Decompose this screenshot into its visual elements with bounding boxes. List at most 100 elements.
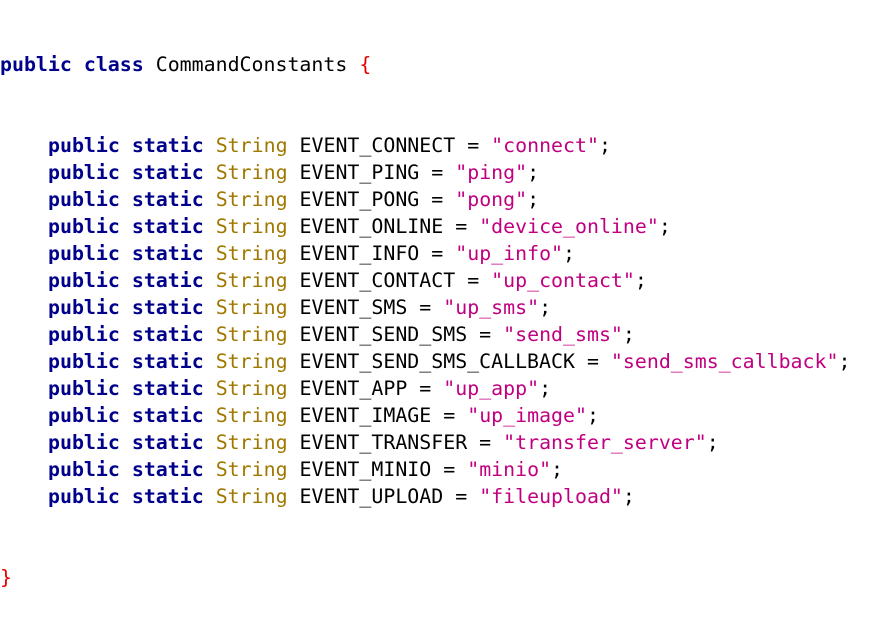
field-declaration-line: public static String EVENT_ONLINE = "dev… xyxy=(0,213,850,240)
field-declaration-line: public static String EVENT_UPLOAD = "fil… xyxy=(0,483,850,510)
semicolon: ; xyxy=(527,188,540,211)
type-string: String xyxy=(215,431,288,454)
semicolon: ; xyxy=(563,242,576,265)
type-string: String xyxy=(215,215,288,238)
type-string: String xyxy=(215,161,288,184)
equals-sign: = xyxy=(431,242,444,265)
semicolon: ; xyxy=(598,134,611,157)
keyword-static: static xyxy=(131,134,204,157)
field-name: EVENT_CONTACT xyxy=(299,269,456,292)
equals-sign: = xyxy=(455,485,468,508)
equals-sign: = xyxy=(443,404,456,427)
keyword-static: static xyxy=(131,458,204,481)
string-literal: "device_online" xyxy=(479,215,659,238)
closing-brace-line: } xyxy=(0,564,850,591)
string-literal: "pong" xyxy=(455,188,528,211)
type-string: String xyxy=(215,242,288,265)
keyword-public: public xyxy=(48,188,120,211)
field-declaration-line: public static String EVENT_APP = "up_app… xyxy=(0,375,850,402)
field-declaration-line: public static String EVENT_CONNECT = "co… xyxy=(0,132,850,159)
keyword-public: public xyxy=(48,134,120,157)
keyword-static: static xyxy=(131,296,204,319)
equals-sign: = xyxy=(455,215,468,238)
keyword-public: public xyxy=(48,161,120,184)
keyword-public: public xyxy=(48,215,120,238)
equals-sign: = xyxy=(443,458,456,481)
type-string: String xyxy=(215,404,288,427)
string-literal: "up_contact" xyxy=(491,269,635,292)
field-name: EVENT_ONLINE xyxy=(299,215,444,238)
field-declaration-line: public static String EVENT_PING = "ping"… xyxy=(0,159,850,186)
type-string: String xyxy=(215,269,288,292)
equals-sign: = xyxy=(431,161,444,184)
type-string: String xyxy=(215,188,288,211)
keyword-public: public xyxy=(48,242,120,265)
keyword-static: static xyxy=(131,323,204,346)
field-name: EVENT_CONNECT xyxy=(299,134,456,157)
string-literal: "send_sms" xyxy=(503,323,623,346)
class-name: CommandConstants xyxy=(155,53,348,76)
type-string: String xyxy=(215,485,288,508)
string-literal: "transfer_server" xyxy=(503,431,707,454)
semicolon: ; xyxy=(527,161,540,184)
keyword-static: static xyxy=(131,404,204,427)
field-name: EVENT_SMS xyxy=(299,296,408,319)
keyword-public: public xyxy=(48,458,120,481)
field-declaration-line: public static String EVENT_SMS = "up_sms… xyxy=(0,294,850,321)
field-declaration-line: public static String EVENT_SEND_SMS_CALL… xyxy=(0,348,850,375)
keyword-public: public xyxy=(48,323,120,346)
equals-sign: = xyxy=(479,431,492,454)
type-string: String xyxy=(215,134,288,157)
equals-sign: = xyxy=(479,323,492,346)
field-declaration-line: public static String EVENT_CONTACT = "up… xyxy=(0,267,850,294)
field-declaration-line: public static String EVENT_IMAGE = "up_i… xyxy=(0,402,850,429)
field-name: EVENT_TRANSFER xyxy=(299,431,468,454)
field-name: EVENT_INFO xyxy=(299,242,420,265)
keyword-static: static xyxy=(131,485,204,508)
field-name: EVENT_SEND_SMS_CALLBACK xyxy=(299,350,575,373)
type-string: String xyxy=(215,350,288,373)
field-declaration-line: public static String EVENT_MINIO = "mini… xyxy=(0,456,850,483)
field-list: public static String EVENT_CONNECT = "co… xyxy=(0,132,850,510)
field-declaration-line: public static String EVENT_TRANSFER = "t… xyxy=(0,429,850,456)
string-literal: "up_info" xyxy=(455,242,564,265)
field-name: EVENT_SEND_SMS xyxy=(299,323,468,346)
keyword-static: static xyxy=(131,431,204,454)
semicolon: ; xyxy=(539,296,552,319)
keyword-public: public xyxy=(0,53,72,76)
keyword-static: static xyxy=(131,269,204,292)
type-string: String xyxy=(215,323,288,346)
field-name: EVENT_IMAGE xyxy=(299,404,432,427)
string-literal: "up_image" xyxy=(467,404,587,427)
field-declaration-line: public static String EVENT_PONG = "pong"… xyxy=(0,186,850,213)
semicolon: ; xyxy=(551,458,564,481)
string-literal: "send_sms_callback" xyxy=(610,350,839,373)
type-string: String xyxy=(215,458,288,481)
close-brace: } xyxy=(0,566,12,589)
keyword-static: static xyxy=(131,242,204,265)
semicolon: ; xyxy=(539,377,552,400)
field-declaration-line: public static String EVENT_INFO = "up_in… xyxy=(0,240,850,267)
field-name: EVENT_PONG xyxy=(299,188,420,211)
string-literal: "minio" xyxy=(467,458,552,481)
code-editor: public class CommandConstants { public s… xyxy=(0,0,850,618)
field-name: EVENT_APP xyxy=(299,377,408,400)
keyword-class: class xyxy=(83,53,144,76)
equals-sign: = xyxy=(419,377,432,400)
open-brace: { xyxy=(359,53,372,76)
semicolon: ; xyxy=(658,215,671,238)
equals-sign: = xyxy=(467,269,480,292)
semicolon: ; xyxy=(586,404,599,427)
field-declaration-line: public static String EVENT_SEND_SMS = "s… xyxy=(0,321,850,348)
keyword-static: static xyxy=(131,215,204,238)
type-string: String xyxy=(215,377,288,400)
semicolon: ; xyxy=(622,323,635,346)
equals-sign: = xyxy=(431,188,444,211)
keyword-static: static xyxy=(131,377,204,400)
semicolon: ; xyxy=(622,485,635,508)
type-string: String xyxy=(215,296,288,319)
field-name: EVENT_UPLOAD xyxy=(299,485,444,508)
field-name: EVENT_MINIO xyxy=(299,458,432,481)
keyword-public: public xyxy=(48,404,120,427)
semicolon: ; xyxy=(706,431,719,454)
